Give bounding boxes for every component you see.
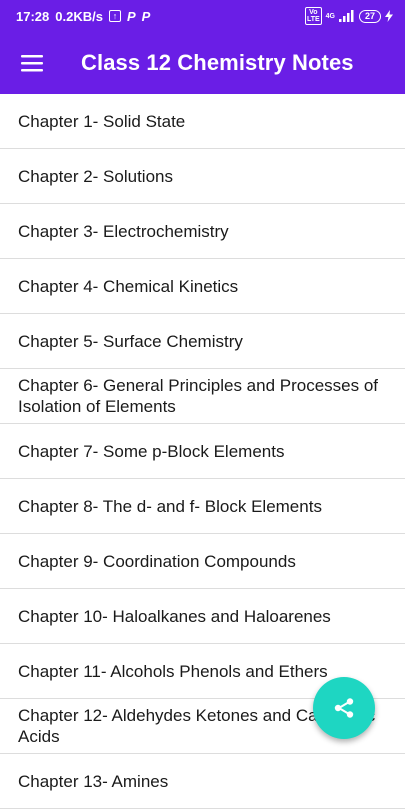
upload-notification-icon: ↑ [108, 10, 121, 22]
battery-level: 27 [364, 11, 375, 21]
p-notification-icon-2: P [141, 8, 151, 24]
menu-button[interactable] [0, 32, 64, 94]
volte-icon: Vo LTE [304, 7, 322, 25]
charging-bolt-icon [385, 10, 393, 22]
chapter-item-4[interactable]: Chapter 4- Chemical Kinetics [0, 259, 405, 314]
network-type-label: 4G [325, 12, 335, 20]
chapter-item-2[interactable]: Chapter 2- Solutions [0, 149, 405, 204]
chapter-item-1[interactable]: Chapter 1- Solid State [0, 94, 405, 149]
p-notification-icon: P [126, 8, 136, 24]
app-title: Class 12 Chemistry Notes [81, 50, 354, 75]
chapter-item-13[interactable]: Chapter 13- Amines [0, 754, 405, 809]
share-fab-button[interactable] [313, 677, 375, 739]
chapter-item-8[interactable]: Chapter 8- The d- and f- Block Elements [0, 479, 405, 534]
chapter-item-3[interactable]: Chapter 3- Electrochemistry [0, 204, 405, 259]
signal-strength-icon [339, 10, 354, 22]
chapter-item-6[interactable]: Chapter 6- General Principles and Proces… [0, 369, 405, 424]
battery-icon: 27 [359, 9, 381, 23]
status-net-speed: 0.2KB/s [55, 8, 103, 24]
status-time: 17:28 [16, 8, 50, 24]
share-icon [334, 698, 354, 718]
app-bar: Class 12 Chemistry Notes [0, 32, 405, 94]
chapter-item-9[interactable]: Chapter 9- Coordination Compounds [0, 534, 405, 589]
status-bar: 17:28 0.2KB/s ↑ P P Vo LTE 4G 27 [0, 0, 405, 32]
chapter-item-7[interactable]: Chapter 7- Some p-Block Elements [0, 424, 405, 479]
chapter-item-5[interactable]: Chapter 5- Surface Chemistry [0, 314, 405, 369]
chapter-item-10[interactable]: Chapter 10- Haloalkanes and Haloarenes [0, 589, 405, 644]
hamburger-menu-icon [21, 54, 43, 71]
